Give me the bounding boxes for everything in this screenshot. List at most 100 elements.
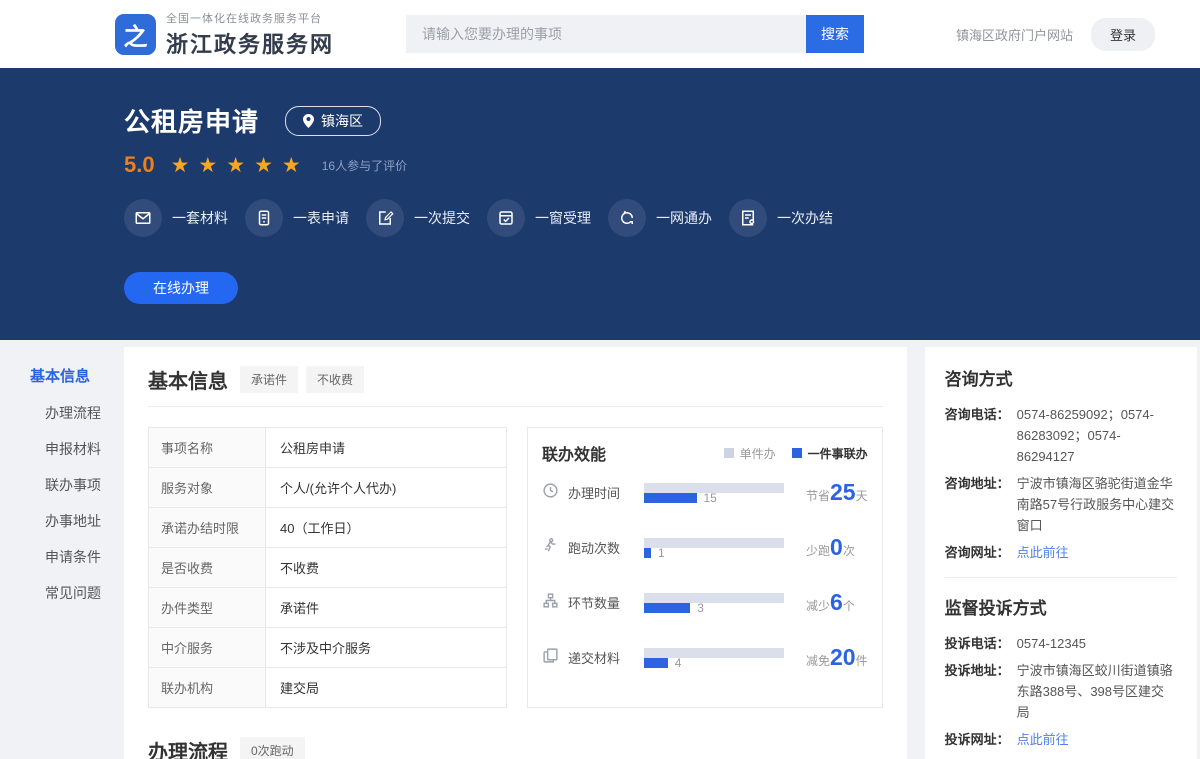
- feature-one-form: 一表申请: [245, 199, 349, 237]
- table-row: 联办机构建交局: [149, 668, 506, 708]
- papers-icon: [542, 647, 560, 669]
- row-label: 是否收费: [149, 548, 266, 587]
- table-row: 办件类型承诺件: [149, 588, 506, 628]
- feature-label: 一表申请: [293, 208, 349, 228]
- chart-row-label: 办理时间: [568, 483, 630, 502]
- feature-label: 一网通办: [656, 208, 712, 228]
- network-icon: [608, 199, 646, 237]
- district-badge[interactable]: 镇海区: [285, 106, 381, 136]
- feature-one-finish: 一次办结: [729, 199, 833, 237]
- site-logo-icon[interactable]: 之: [115, 14, 156, 55]
- benefit-value: 0: [830, 534, 843, 560]
- bar-value: 15: [704, 493, 717, 503]
- benefit-prefix: 减少: [806, 599, 830, 613]
- row-label: 咨询网址：: [945, 542, 1017, 563]
- benefit-unit: 次: [843, 544, 855, 558]
- row-label: 事项名称: [149, 428, 266, 467]
- row-label: 联办机构: [149, 668, 266, 707]
- benefit-value: 25: [830, 479, 856, 505]
- benefit-value: 6: [830, 589, 843, 615]
- complaint-web-link[interactable]: 点此前往: [1017, 729, 1177, 750]
- feature-label: 一窗受理: [535, 208, 591, 228]
- consult-web-link[interactable]: 点此前往: [1017, 542, 1177, 563]
- feature-one-window: 一窗受理: [487, 199, 591, 237]
- bar-single: [644, 593, 784, 603]
- section-nav: 基本信息 办理流程 申报材料 联办事项 办事地址 申请条件 常见问题: [0, 340, 124, 620]
- complaint-web-row: 投诉网址： 点此前往: [945, 729, 1177, 750]
- row-label: 咨询电话：: [945, 404, 1017, 467]
- table-row: 事项名称公租房申请: [149, 428, 506, 468]
- row-value: 承诺件: [266, 588, 506, 627]
- location-pin-icon: [303, 114, 314, 128]
- bar-joint: [644, 548, 651, 558]
- feature-one-submit: 一次提交: [366, 199, 470, 237]
- complaint-address-row: 投诉地址： 宁波市镇海区蛟川街道镇骆东路388号、398号区建交局: [945, 660, 1177, 723]
- sidebar-item-materials[interactable]: 申报材料: [0, 440, 124, 458]
- consult-address-value: 宁波市镇海区骆驼街道金华南路57号行政服务中心建交窗口: [1017, 473, 1177, 536]
- consult-phone-row: 咨询电话： 0574-86259092；0574-86283092；0574-8…: [945, 404, 1177, 467]
- consult-address-row: 咨询地址： 宁波市镇海区骆驼街道金华南路57号行政服务中心建交窗口: [945, 473, 1177, 536]
- chart-row-label: 递交材料: [568, 648, 630, 667]
- form-icon: [245, 199, 283, 237]
- row-label: 投诉地址：: [945, 660, 1017, 723]
- row-value: 不收费: [266, 548, 506, 587]
- sidebar-item-conditions[interactable]: 申请条件: [0, 548, 124, 566]
- feature-one-set-materials: 一套材料: [124, 199, 228, 237]
- bar-value: 1: [658, 548, 665, 558]
- row-label: 中介服务: [149, 628, 266, 667]
- row-value: 个人/(允许个人代办): [266, 468, 506, 507]
- online-apply-button[interactable]: 在线办理: [124, 272, 238, 304]
- feature-label: 一次办结: [777, 208, 833, 228]
- benefit-value: 20: [830, 644, 856, 670]
- top-header: 之 全国一体化在线政务服务平台 浙江政务服务网 搜索 镇海区政府门户网站 登录: [0, 0, 1200, 68]
- consult-title: 咨询方式: [945, 365, 1177, 390]
- sidebar-item-joint-items[interactable]: 联办事项: [0, 476, 124, 494]
- row-label: 承诺办结时限: [149, 508, 266, 547]
- benefit-prefix: 减免: [806, 654, 830, 668]
- clock-icon: [542, 482, 560, 504]
- search-input[interactable]: [406, 15, 806, 53]
- sitemap-icon: [542, 592, 560, 614]
- complaint-phone-value: 0574-12345: [1017, 633, 1177, 654]
- sidebar-item-faq[interactable]: 常见问题: [0, 584, 124, 602]
- chart-legend: 单件办 一件事联办: [724, 445, 868, 462]
- search-bar: 搜索: [406, 15, 864, 53]
- benefit-unit: 个: [843, 599, 855, 613]
- benefit-prefix: 节省: [806, 489, 830, 503]
- benefit-prefix: 少跑: [806, 544, 830, 558]
- login-button[interactable]: 登录: [1091, 18, 1155, 51]
- bar-joint: [644, 603, 690, 613]
- chart-row-trips: 跑动次数 1 少跑0次: [542, 520, 868, 575]
- row-value: 不涉及中介服务: [266, 628, 506, 667]
- chart-row-steps: 环节数量 3 减少6个: [542, 575, 868, 630]
- sidebar-item-process[interactable]: 办理流程: [0, 404, 124, 422]
- chart-title: 联办效能: [542, 441, 606, 465]
- feature-label: 一套材料: [172, 208, 228, 228]
- free-badge: 不收费: [306, 366, 364, 393]
- district-badge-label: 镇海区: [321, 111, 363, 131]
- row-value: 建交局: [266, 668, 506, 707]
- table-row: 服务对象个人/(允许个人代办): [149, 468, 506, 508]
- chart-row-label: 跑动次数: [568, 538, 630, 557]
- bar-joint: [644, 658, 668, 668]
- process-title: 办理流程: [148, 736, 228, 759]
- benefit-unit: 天: [856, 489, 868, 503]
- legend-label: 一件事联办: [808, 445, 868, 462]
- row-label: 办件类型: [149, 588, 266, 627]
- complaint-address-value: 宁波市镇海区蛟川街道镇骆东路388号、398号区建交局: [1017, 660, 1177, 723]
- row-value: 公租房申请: [266, 428, 506, 467]
- legend-label: 单件办: [740, 445, 776, 462]
- table-row: 是否收费不收费: [149, 548, 506, 588]
- row-label: 投诉电话：: [945, 633, 1017, 654]
- site-name: 浙江政务服务网: [166, 27, 334, 59]
- bar-value: 3: [697, 603, 704, 613]
- sidebar-item-address[interactable]: 办事地址: [0, 512, 124, 530]
- feature-one-network: 一网通办: [608, 199, 712, 237]
- run-icon: [542, 537, 560, 559]
- legend-swatch-joint: [792, 448, 802, 458]
- search-button[interactable]: 搜索: [806, 15, 864, 53]
- portal-site-link[interactable]: 镇海区政府门户网站: [956, 25, 1073, 44]
- row-value: 40（工作日）: [266, 508, 506, 547]
- sidebar-item-basic-info[interactable]: 基本信息: [0, 368, 124, 386]
- rating-stars: ★★★★★: [171, 155, 310, 176]
